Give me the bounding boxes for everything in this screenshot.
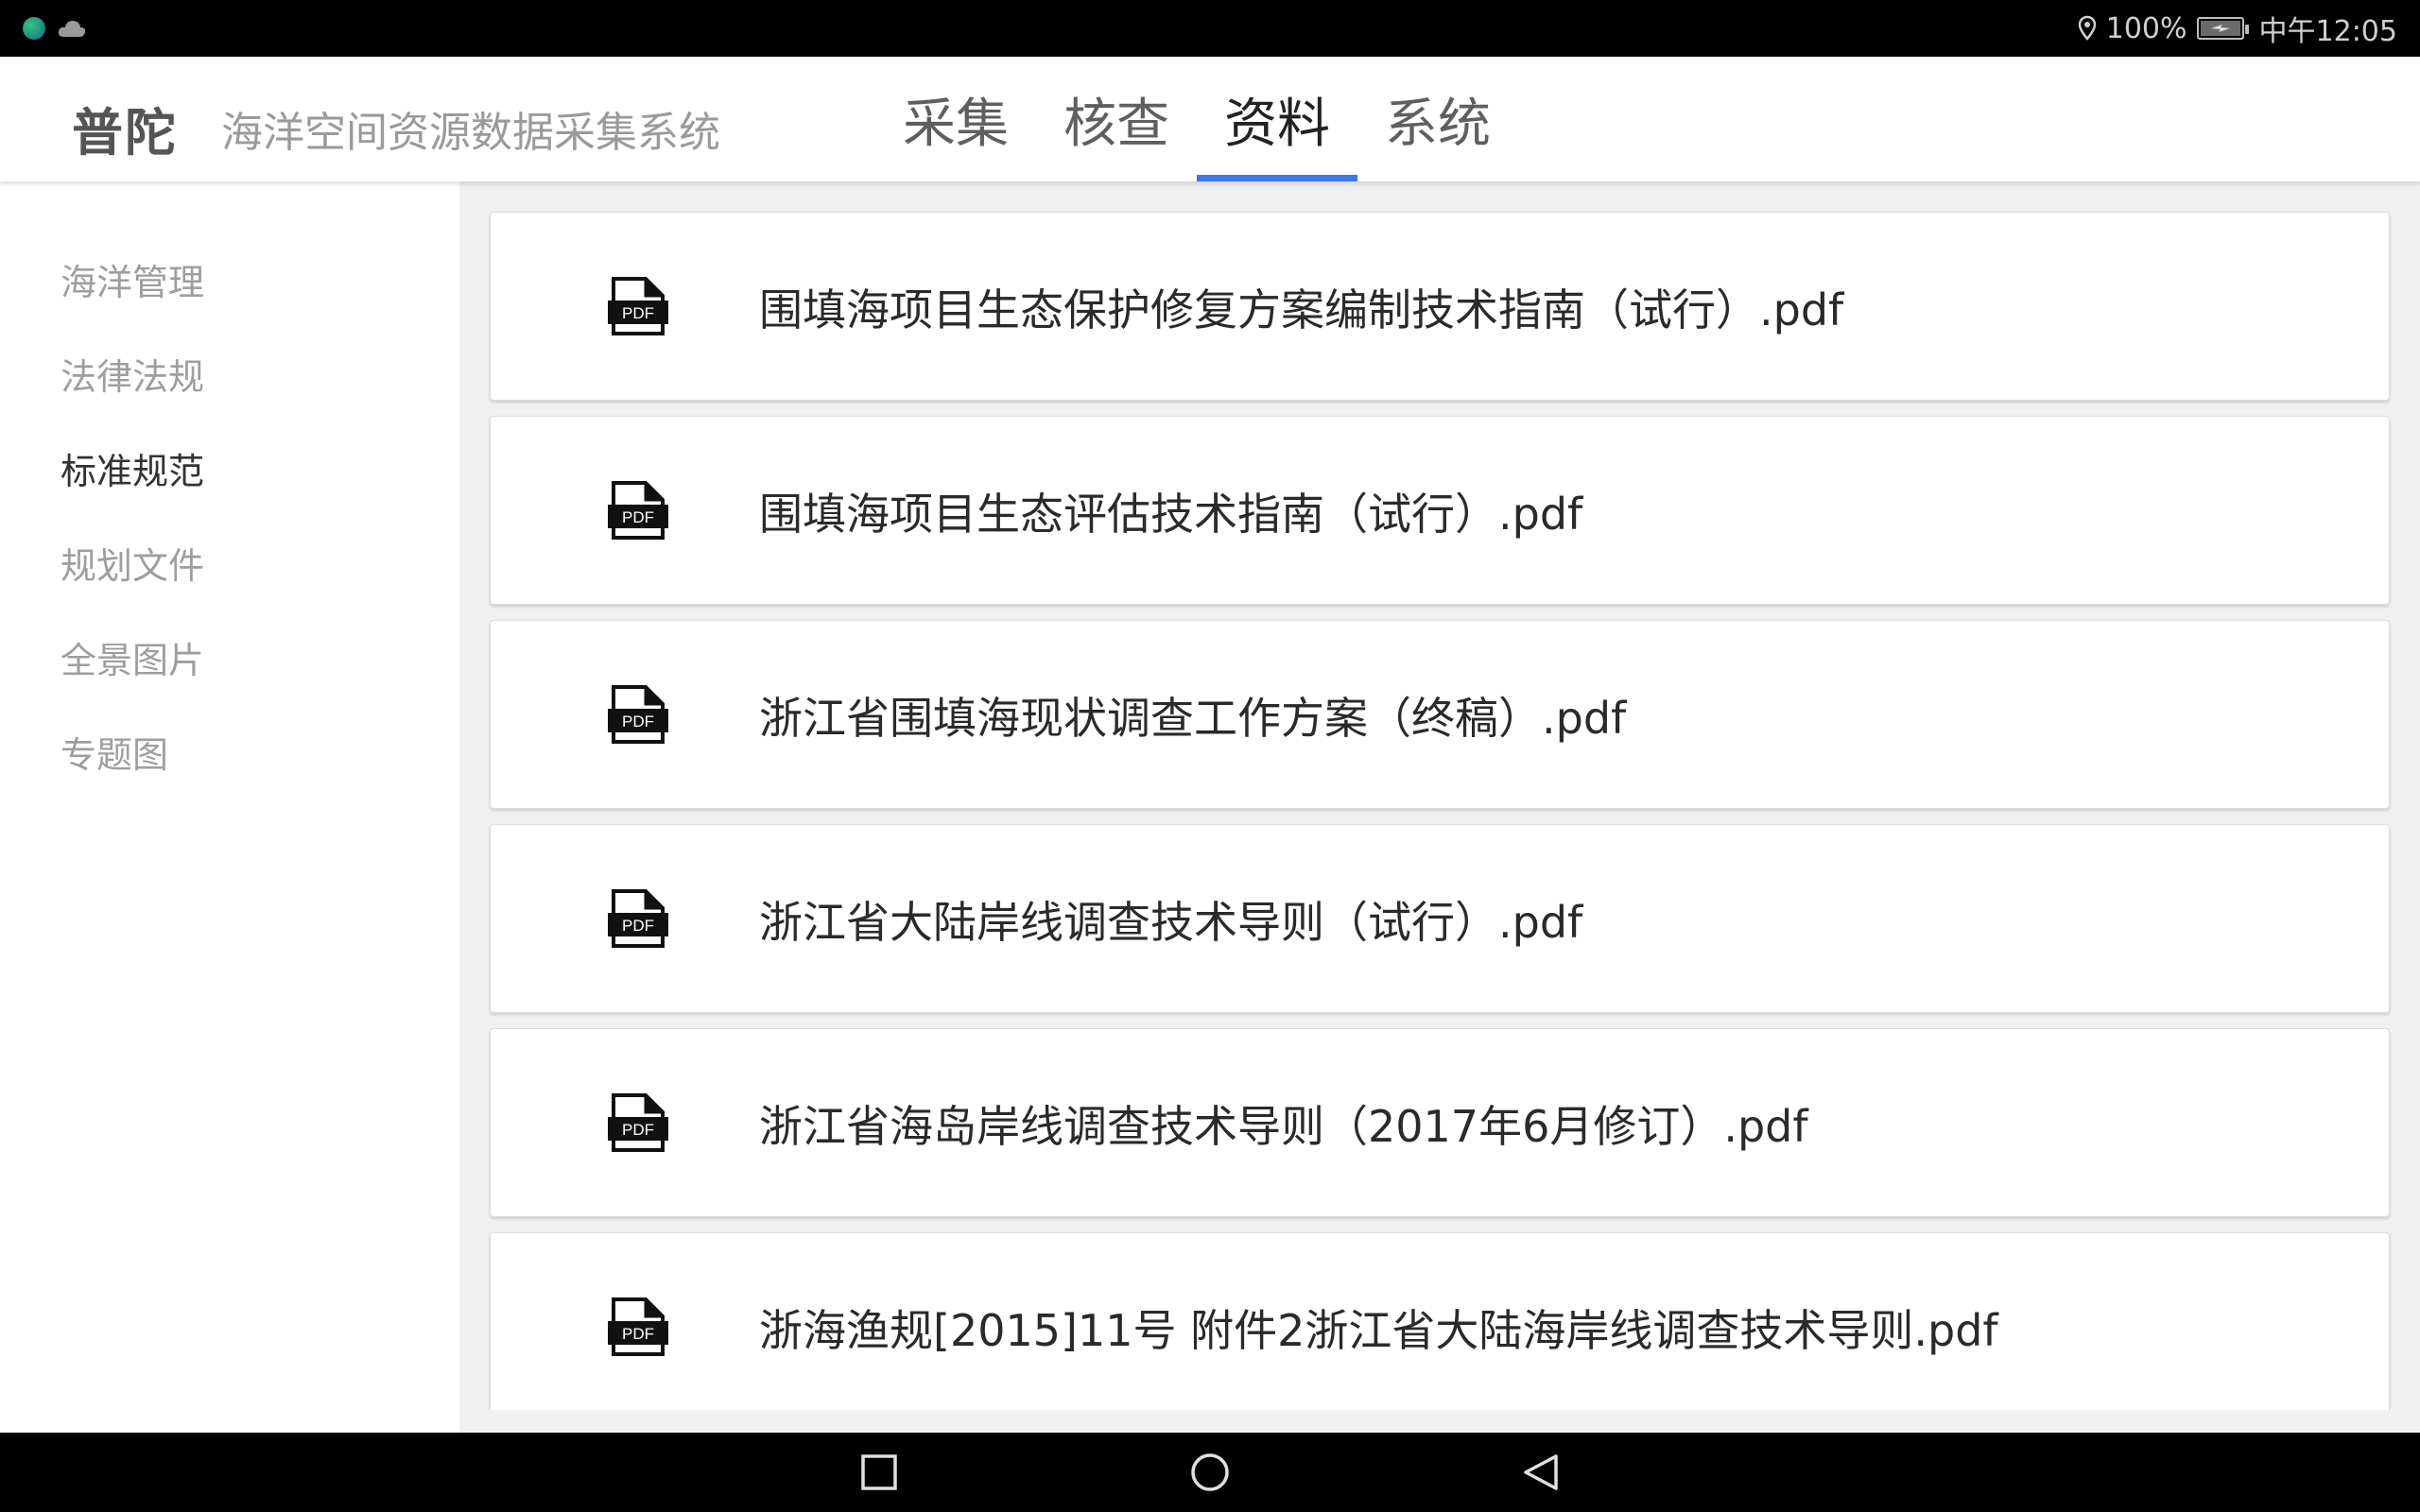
list-item[interactable]: PDF 浙海渔规[2015]11号 附件2浙江省大陆海岸线调查技术导则.pdf (490, 1232, 2390, 1410)
status-bar-right: 100% 中午12:05 (2078, 8, 2397, 49)
battery-icon (2196, 17, 2249, 40)
list-item[interactable]: PDF 浙江省海岛岸线调查技术导则（2017年6月修订）.pdf (490, 1028, 2390, 1217)
app-icon (23, 17, 45, 40)
status-bar-left (23, 17, 87, 40)
document-list: PDF 围填海项目生态保护修复方案编制技术指南（试行）.pdf PDF 围填海项… (459, 181, 2420, 1410)
back-button[interactable] (1520, 1452, 1562, 1493)
navigation-bar (0, 1433, 2420, 1512)
pdf-icon: PDF (608, 481, 668, 540)
document-title: 围填海项目生态保护修复方案编制技术指南（试行）.pdf (759, 284, 1844, 335)
sidebar-item-standards[interactable]: 标准规范 (60, 442, 204, 494)
list-item[interactable]: PDF 浙江省大陆岸线调查技术导则（试行）.pdf (490, 824, 2390, 1013)
app-header: 普陀 海洋空间资源数据采集系统 采集 核查 资料 系统 (0, 57, 2420, 181)
svg-text:PDF: PDF (622, 1121, 654, 1139)
brand-title: 普陀 (72, 103, 178, 163)
document-title: 浙海渔规[2015]11号 附件2浙江省大陆海岸线调查技术导则.pdf (759, 1305, 1998, 1356)
cloud-icon (58, 21, 86, 37)
tab-collect[interactable]: 采集 (875, 57, 1036, 181)
document-title: 浙江省海岛岸线调查技术导则（2017年6月修订）.pdf (759, 1101, 1808, 1152)
main-tabs: 采集 核查 资料 系统 (875, 57, 1518, 181)
recents-button[interactable] (858, 1452, 900, 1493)
location-icon (2078, 15, 2097, 41)
tab-materials[interactable]: 资料 (1197, 57, 1357, 181)
clock: 中午12:05 (2258, 15, 2397, 48)
document-title: 围填海项目生态评估技术指南（试行）.pdf (759, 489, 1583, 540)
tab-system[interactable]: 系统 (1357, 57, 1518, 181)
svg-text:PDF: PDF (622, 1325, 654, 1343)
status-bar: 100% 中午12:05 (0, 0, 2420, 57)
pdf-icon: PDF (608, 1093, 668, 1152)
system-subtitle: 海洋空间资源数据采集系统 (221, 109, 720, 157)
pdf-icon: PDF (608, 889, 668, 948)
svg-text:PDF: PDF (622, 917, 654, 935)
sidebar: 海洋管理 法律法规 标准规范 规划文件 全景图片 专题图 (0, 181, 459, 1433)
list-item[interactable]: PDF 浙江省围填海现状调查工作方案（终稿）.pdf (490, 620, 2390, 809)
document-title: 浙江省围填海现状调查工作方案（终稿）.pdf (759, 693, 1627, 744)
list-item[interactable]: PDF 围填海项目生态保护修复方案编制技术指南（试行）.pdf (490, 212, 2390, 401)
document-title: 浙江省大陆岸线调查技术导则（试行）.pdf (759, 897, 1583, 948)
svg-text:PDF: PDF (622, 304, 654, 322)
sidebar-item-planning[interactable]: 规划文件 (60, 537, 204, 589)
sidebar-item-thematic-maps[interactable]: 专题图 (60, 726, 168, 778)
tab-verify[interactable]: 核查 (1036, 57, 1197, 181)
battery-percent: 100% (2105, 11, 2187, 45)
home-button[interactable] (1189, 1452, 1231, 1493)
pdf-icon: PDF (608, 685, 668, 744)
svg-text:PDF: PDF (622, 508, 654, 526)
sidebar-item-ocean-management[interactable]: 海洋管理 (60, 253, 204, 305)
pdf-icon: PDF (608, 277, 668, 335)
svg-text:PDF: PDF (622, 713, 654, 730)
sidebar-item-laws[interactable]: 法律法规 (60, 348, 204, 400)
sidebar-item-panorama[interactable]: 全景图片 (60, 631, 204, 683)
list-item[interactable]: PDF 围填海项目生态评估技术指南（试行）.pdf (490, 416, 2390, 605)
pdf-icon: PDF (608, 1297, 668, 1356)
